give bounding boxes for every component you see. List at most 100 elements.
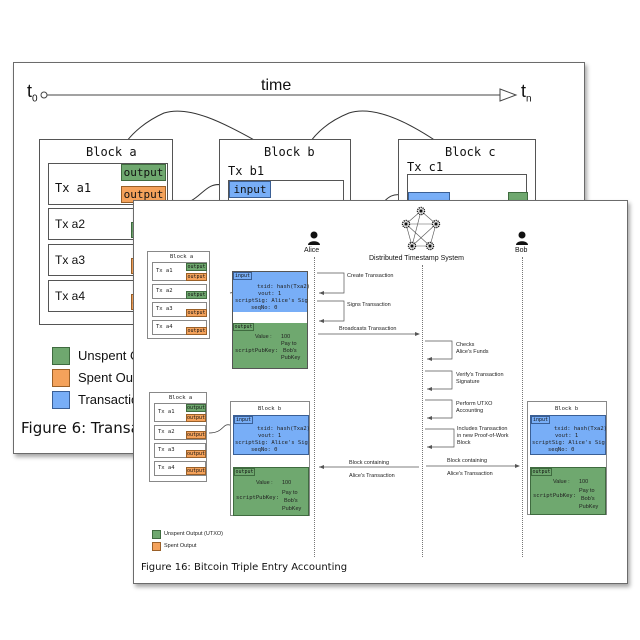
input-tag: input <box>233 272 252 280</box>
msg-verify-label-1: Verify's Transaction <box>456 372 504 378</box>
msg-sign-arrow <box>317 300 345 322</box>
front-block-a-bottom-title: Block a <box>169 395 193 401</box>
msg-create-arrow <box>317 272 345 294</box>
msg-sign-label: Signs Transaction <box>347 302 391 308</box>
txid-text: txid: hash(Txa2) <box>257 426 310 432</box>
tx-label: Tx a1 <box>156 268 173 274</box>
msg-utxo-label-1: Perform UTXO <box>456 401 493 407</box>
pubkey-line-3: PubKey <box>579 504 599 510</box>
msg-block-to-alice-label-1: Block containing <box>349 460 390 466</box>
figure-16-panel: Alice Distributed Timestamp System Bob C… <box>133 200 628 584</box>
front-a-top-tx-a3: Tx a3 output <box>152 302 207 317</box>
tx-label: Tx a1 <box>158 409 175 415</box>
value-key: Value : <box>553 479 570 485</box>
scriptsig-text: scriptSig: Alice's Sig <box>235 440 308 446</box>
pubkey-line-1: Pay to <box>579 488 595 494</box>
tx-output-section: output Value : 100 Pay to scriptPubKey: … <box>530 467 606 515</box>
msg-verify-label-2: Signature <box>456 379 480 385</box>
legend-label-unspent: Unspent O <box>78 348 141 363</box>
tx-input-section: input txid: hash(Txa2) vout: 1 scriptSig… <box>530 415 607 455</box>
spent-output-tag: output <box>186 431 206 439</box>
unspent-output-tag: output <box>186 404 206 412</box>
back-tx-a1-unspent-output: output <box>121 164 166 181</box>
back-tx-c1-label: Tx c1 <box>407 160 444 174</box>
tx-output-section: output Value : 100 Pay to scriptPubKey: … <box>233 467 309 516</box>
back-tx-a2-label: Tx a2 <box>55 217 86 231</box>
vout-text: vout: 1 <box>258 433 282 439</box>
front-a-bottom-tx-a4: Tx a4 output <box>154 461 206 476</box>
msg-include-label-3: Block <box>457 440 471 446</box>
pubkey-line-2: Bob's <box>284 498 298 504</box>
back-tx-a1: Tx a1 output output <box>48 163 168 205</box>
timeline-arrowhead <box>499 88 518 102</box>
msg-utxo-arrow <box>425 399 453 419</box>
output-tag: output <box>233 323 254 331</box>
spent-output-tag: output <box>186 414 206 422</box>
pubkey-line-3: PubKey <box>281 355 301 361</box>
tx-output-section: output Value : 100 Pay to scriptPubKey: … <box>233 323 307 368</box>
front-a-bottom-tx-a1: Tx a1 output output <box>154 403 206 422</box>
front-legend-swatch-unspent <box>152 530 161 539</box>
tx-label: Tx a2 <box>158 429 175 435</box>
unspent-output-tag: output <box>186 263 207 271</box>
txid-text: txid: hash(Txa2) <box>257 284 310 290</box>
legend-swatch-transaction <box>52 391 70 409</box>
value-key: Value : <box>256 480 273 486</box>
output-tag: output <box>234 468 255 476</box>
pubkey-key: scriptPubKey: <box>236 495 280 501</box>
value-key: Value : <box>255 334 272 340</box>
figure-16-caption: Figure 16: Bitcoin Triple Entry Accounti… <box>141 562 348 573</box>
msg-checks-label-1: Checks <box>456 342 475 348</box>
spent-output-tag: output <box>186 309 207 317</box>
msg-utxo-label-2: Accounting <box>456 408 484 414</box>
output-tag: output <box>531 468 552 476</box>
front-a-top-tx-a2: Tx a2 output <box>152 284 207 299</box>
spent-output-tag: output <box>186 327 207 335</box>
tx-label: Tx a4 <box>158 465 175 471</box>
msg-include-label-1: Includes Transaction <box>457 426 508 432</box>
msg-block-to-bob-label-2: Alice's Transaction <box>447 471 493 477</box>
front-block-b-alice: Block b input txid: hash(Txa2) vout: 1 s… <box>230 401 310 516</box>
seqno-text: seqNo: 0 <box>548 447 575 453</box>
msg-checks-label-2: Alice's Funds <box>456 349 489 355</box>
msg-include-label-2: in new Proof-of-Work <box>457 433 509 439</box>
front-block-a-top: Block a Tx a1 output output Tx a2 output… <box>147 251 210 339</box>
front-block-a-top-title: Block a <box>170 254 194 260</box>
input-tag: input <box>531 416 550 424</box>
value-text: 100 <box>579 479 589 485</box>
vout-text: vout: 1 <box>555 433 579 439</box>
msg-include-arrow <box>425 428 455 448</box>
tx-input-section: input txid: hash(Txa2) vout: 1 scriptSig… <box>233 272 310 312</box>
pubkey-line-2: Bob's <box>283 348 297 354</box>
spent-output-tag: output <box>186 450 206 458</box>
tx-label: Tx a3 <box>156 306 173 312</box>
tx-input-section: input txid: hash(Txa2) vout: 1 scriptSig… <box>233 415 310 455</box>
spent-output-tag: output <box>186 467 206 475</box>
front-legend-swatch-spent <box>152 542 161 551</box>
block-b-title: Block b <box>555 406 579 412</box>
back-tx-b1-label: Tx b1 <box>228 164 265 178</box>
msg-checks-arrow <box>425 340 453 360</box>
front-a-bottom-tx-a3: Tx a3 output <box>154 443 206 458</box>
value-text: 100 <box>282 480 292 486</box>
front-legend-label-unspent: Unspent Output (UTXO) <box>164 531 223 537</box>
pubkey-line-3: PubKey <box>282 506 302 512</box>
spent-output-tag: output <box>186 273 207 281</box>
msg-block-to-bob-label-1: Block containing <box>447 458 488 464</box>
msg-create-label: Create Transaction <box>347 273 394 279</box>
front-a-top-tx-a1: Tx a1 output output <box>152 262 207 281</box>
front-a-top-tx-a4: Tx a4 output <box>152 320 207 335</box>
msg-verify-arrow <box>425 370 453 390</box>
front-legend-label-spent: Spent Output <box>164 543 197 549</box>
back-block-c-title: Block c <box>445 145 496 159</box>
scriptsig-text: scriptSig: Alice's Sig <box>532 440 605 446</box>
legend-swatch-unspent <box>52 347 70 365</box>
back-tx-b1-input: input <box>229 181 271 198</box>
value-text: 100 <box>281 334 291 340</box>
unspent-output-tag: output <box>186 291 207 299</box>
vout-text: vout: 1 <box>258 291 282 297</box>
seqno-text: seqNo: 0 <box>251 305 278 311</box>
back-block-a-title: Block a <box>86 145 137 159</box>
back-tx-a4-label: Tx a4 <box>55 289 86 303</box>
front-block-a-bottom: Block a Tx a1 output output Tx a2 output… <box>149 392 207 482</box>
